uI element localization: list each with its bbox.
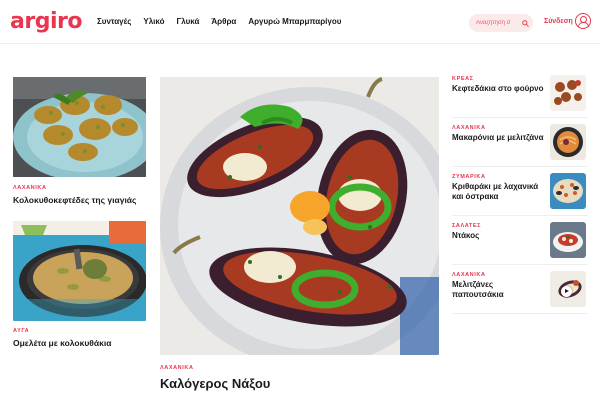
list-divider	[452, 313, 588, 314]
list-item-category: ΛΑΧΑΝΙΚΑ	[452, 272, 486, 278]
list-item-category: ΖΥΜΑΡΙΚΑ	[452, 174, 486, 180]
search-icon[interactable]	[522, 19, 529, 28]
list-divider	[452, 264, 588, 265]
card-image-zucchini-fritters[interactable]	[13, 77, 146, 177]
nav-item-ingredient[interactable]: Υλικό	[143, 16, 164, 28]
list-item-thumbnail[interactable]	[550, 222, 586, 258]
list-item-category: ΚΡΕΑΣ	[452, 76, 474, 82]
featured-image-stuffed-eggplant[interactable]	[160, 77, 439, 355]
list-item[interactable]: ΛΑΧΑΝΙΚΑ Μακαρόνια με μελιτζάνα	[452, 124, 588, 162]
card-title[interactable]: Ομελέτα με κολοκυθάκια	[13, 338, 111, 349]
card-image-omelette[interactable]	[13, 221, 146, 321]
user-icon[interactable]	[575, 13, 591, 29]
list-divider	[452, 166, 588, 167]
nav-item-argiro[interactable]: Αργυρώ Μπαρμπαρίγου	[248, 16, 341, 28]
list-item-category: ΛΑΧΑΝΙΚΑ	[452, 125, 486, 131]
login-link[interactable]: Σύνδεση	[544, 17, 573, 27]
list-item-title[interactable]: Μελιτζάνες παπουτσάκια	[452, 280, 544, 300]
search-input[interactable]	[476, 20, 520, 26]
play-icon[interactable]	[561, 286, 572, 297]
nav-item-articles[interactable]: Άρθρα	[211, 16, 236, 28]
nav-item-recipes[interactable]: Συνταγές	[97, 16, 131, 28]
site-header: argiro Συνταγές Υλικό Γλυκά Άρθρα Αργυρώ…	[0, 0, 600, 44]
list-item[interactable]: ΖΥΜΑΡΙΚΑ Κριθαράκι με λαχανικά και όστρα…	[452, 173, 588, 211]
list-item[interactable]: ΚΡΕΑΣ Κεφτεδάκια στο φούρνο	[452, 75, 588, 113]
search-box	[469, 14, 533, 32]
list-item-category: ΣΑΛΑΤΕΣ	[452, 223, 481, 229]
featured-title[interactable]: Καλόγερος Νάξου	[160, 376, 270, 392]
list-item-title[interactable]: Ντάκος	[452, 231, 544, 241]
list-item-title[interactable]: Μακαρόνια με μελιτζάνα	[452, 133, 544, 143]
list-item-thumbnail[interactable]	[550, 173, 586, 209]
list-item[interactable]: ΣΑΛΑΤΕΣ Ντάκος	[452, 222, 588, 260]
card-category: ΛΑΧΑΝΙΚΑ	[13, 185, 47, 191]
list-divider	[452, 215, 588, 216]
list-item-title[interactable]: Κεφτεδάκια στο φούρνο	[452, 84, 544, 94]
nav-item-sweets[interactable]: Γλυκά	[176, 16, 199, 28]
list-item-thumbnail[interactable]	[550, 75, 586, 111]
card-title[interactable]: Κολοκυθοκεφτέδες της γιαγιάς	[13, 195, 136, 206]
site-logo[interactable]: argiro	[10, 9, 82, 35]
featured-category: ΛΑΧΑΝΙΚΑ	[160, 365, 194, 371]
card-category: ΑΥΓΑ	[13, 328, 30, 334]
list-divider	[452, 117, 588, 118]
main-nav: Συνταγές Υλικό Γλυκά Άρθρα Αργυρώ Μπαρμπ…	[97, 16, 341, 28]
list-item-thumbnail[interactable]	[550, 124, 586, 160]
list-item-title[interactable]: Κριθαράκι με λαχανικά και όστρακα	[452, 182, 544, 202]
